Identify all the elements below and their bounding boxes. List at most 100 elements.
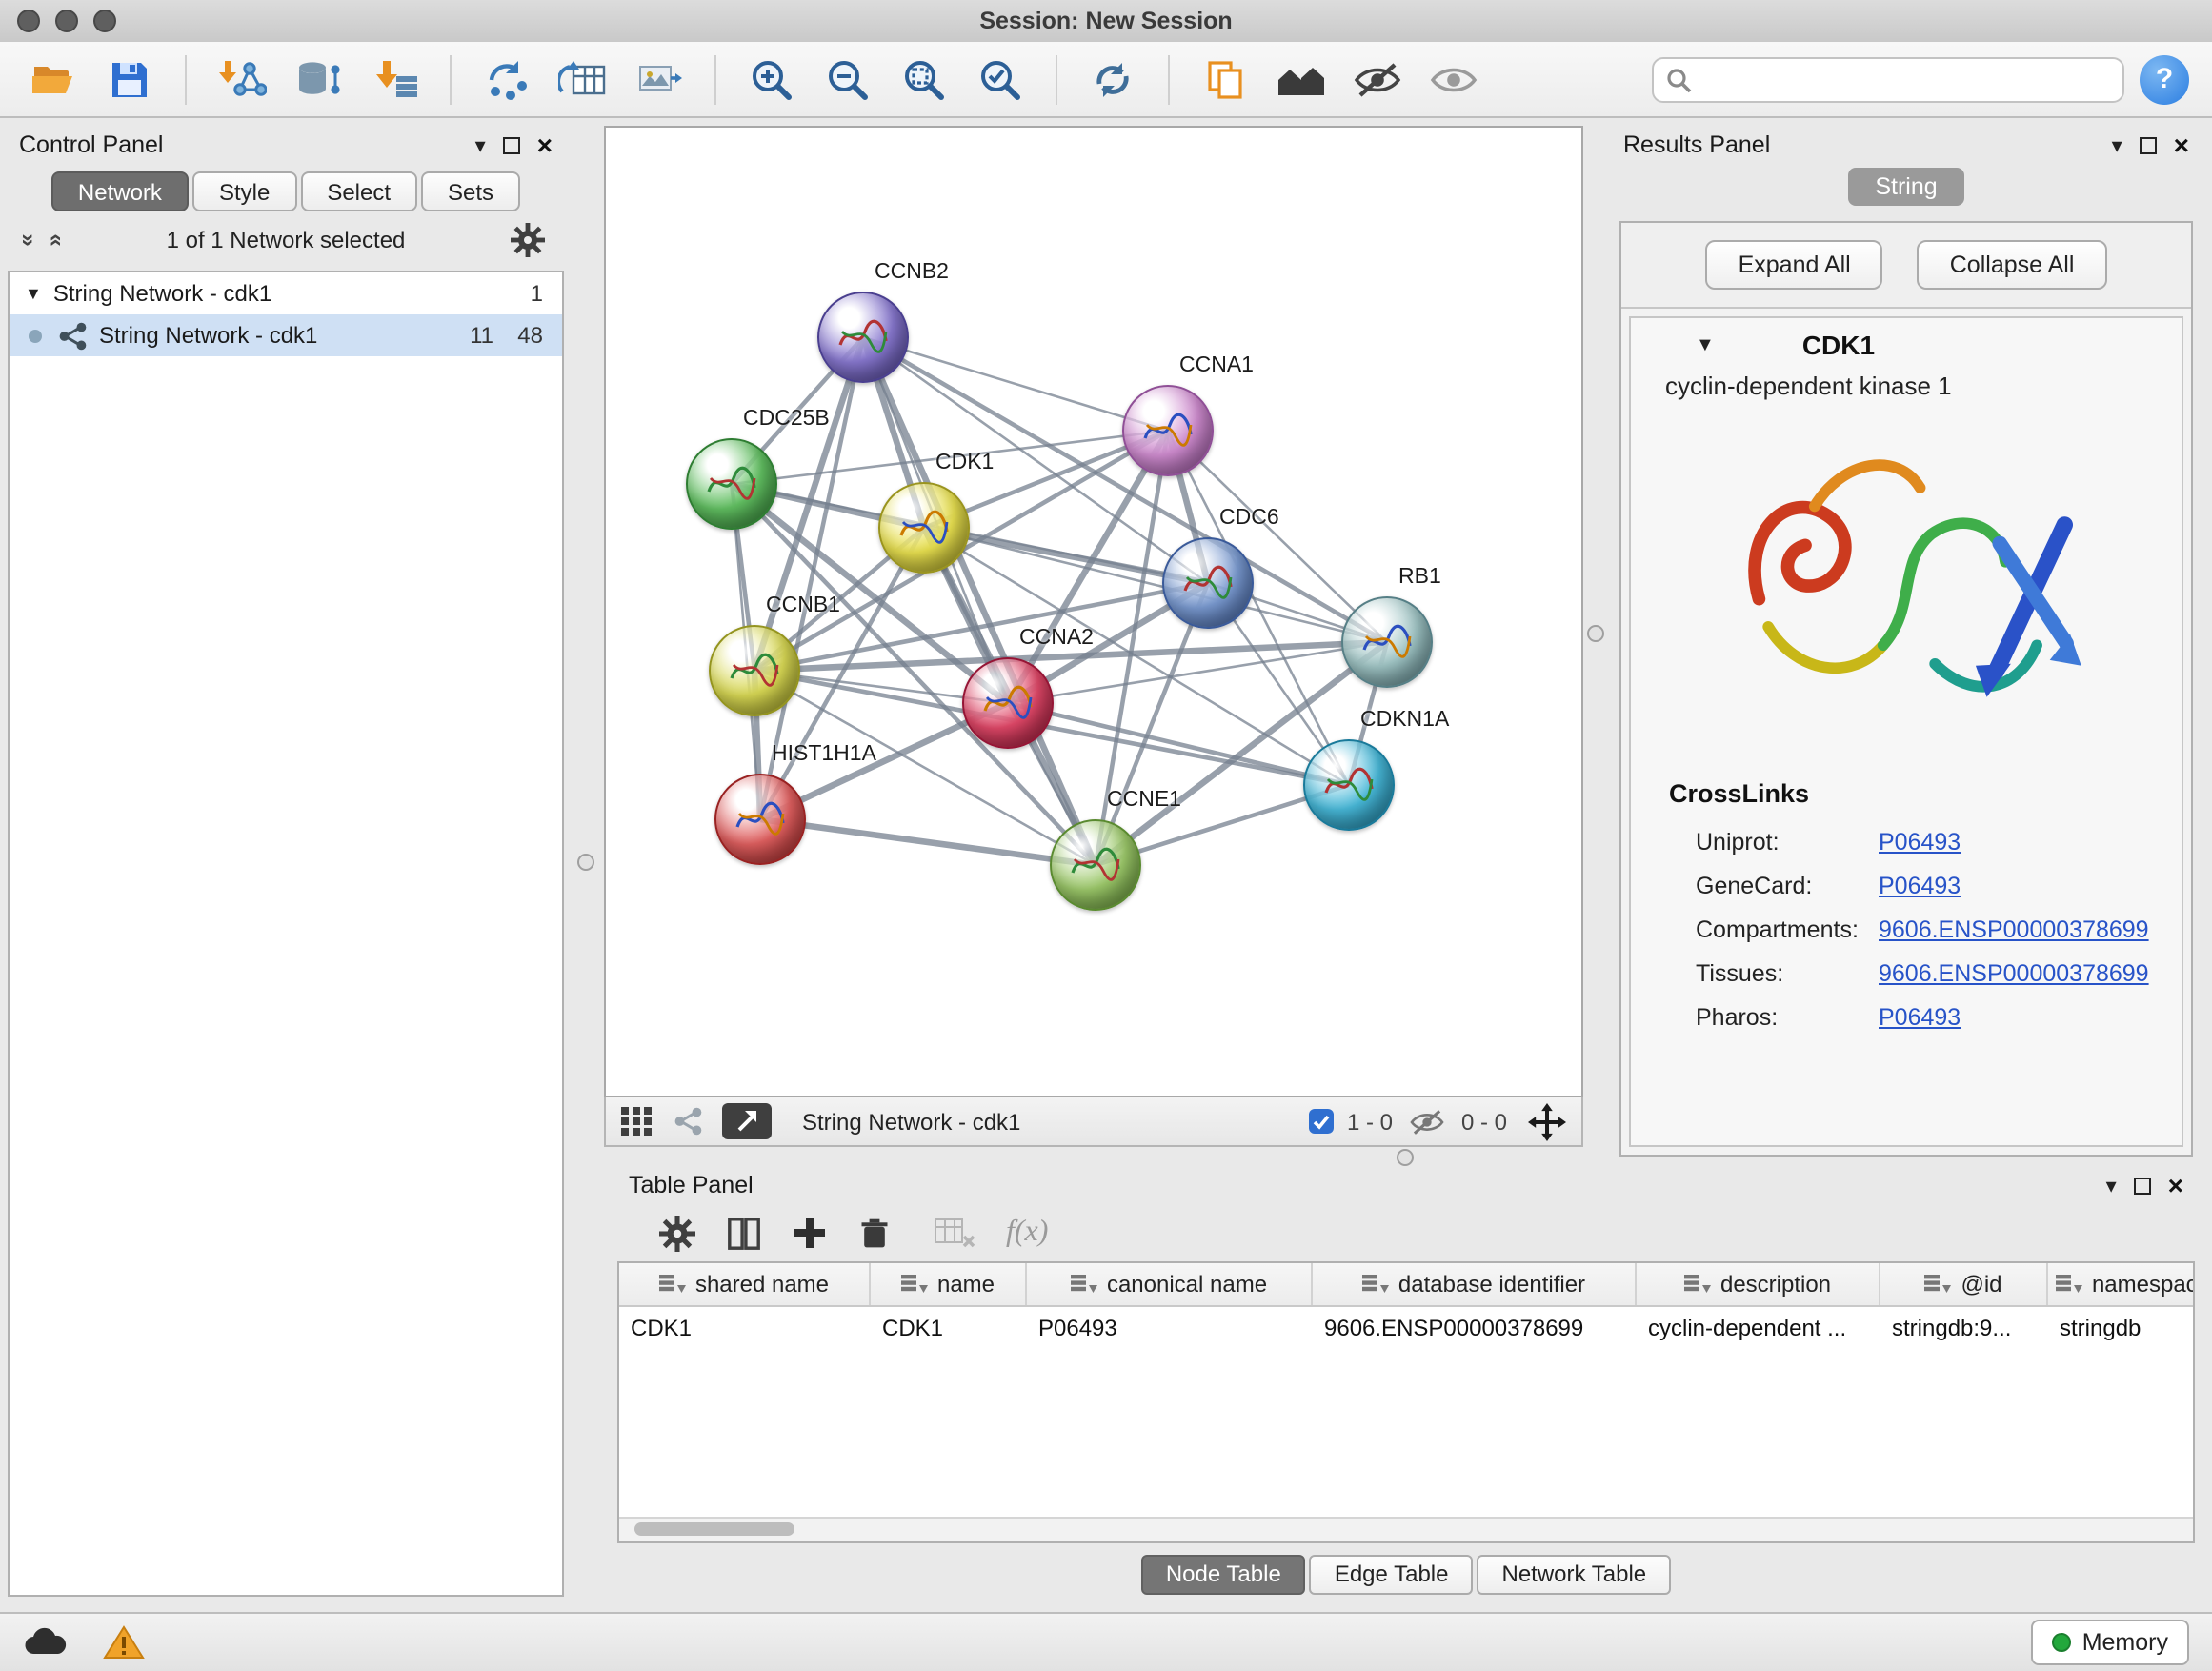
panel-menu-icon[interactable]: ▾ [2106,1173,2117,1198]
delete-column-button[interactable] [857,1215,892,1251]
network-edge[interactable] [760,819,1096,865]
left-splitter-handle[interactable] [577,854,594,871]
delete-table-button[interactable] [934,1216,975,1250]
network-row[interactable]: String Network - cdk1 11 48 [10,314,562,356]
network-node-HIST1H1A[interactable] [714,774,806,865]
cloud-status-button[interactable] [23,1627,69,1658]
zoom-out-button[interactable] [817,50,878,108]
hide-details-button[interactable] [1347,50,1408,108]
network-canvas[interactable]: CCNB2CCNA1CDC25BCDK1CDC6RB1CCNB1CCNA2CDK… [604,126,1583,1097]
table-cell[interactable]: stringdb:9... [1880,1307,2048,1347]
table-cell[interactable]: stringdb [2048,1307,2195,1347]
column-header-canonical-name[interactable]: canonical name [1027,1263,1313,1305]
table-cell[interactable]: CDK1 [619,1307,871,1347]
network-node-CDC25B[interactable] [686,438,777,530]
new-network-button[interactable] [476,50,537,108]
tab-style[interactable]: Style [192,171,296,211]
network-node-CDKN1A[interactable] [1303,739,1395,831]
network-edge[interactable] [863,337,1168,431]
table-cell[interactable]: CDK1 [871,1307,1027,1347]
window-close-button[interactable] [17,10,40,32]
function-builder-button[interactable]: f(x) [1006,1216,1048,1250]
expand-all-icon[interactable]: » [40,233,67,246]
network-node-RB1[interactable] [1341,596,1433,688]
window-minimize-button[interactable] [55,10,78,32]
fit-content-button[interactable] [1528,1102,1566,1140]
section-collapse-icon[interactable]: ▼ [1696,334,1715,355]
open-session-button[interactable] [23,50,84,108]
show-details-button[interactable] [1423,50,1484,108]
column-header-database-identifier[interactable]: database identifier [1313,1263,1637,1305]
crosslink-link-uniprot[interactable]: P06493 [1879,828,1961,855]
panel-close-icon[interactable]: × [2168,1176,2183,1195]
save-session-button[interactable] [99,50,160,108]
export-image-button[interactable] [629,50,690,108]
tab-node-table[interactable]: Node Table [1141,1554,1306,1594]
network-view-mode-button[interactable] [673,1105,703,1137]
apply-layout-button[interactable] [1082,50,1143,108]
horizontal-splitter-handle[interactable] [1397,1149,1414,1166]
panel-menu-icon[interactable]: ▾ [2112,132,2122,157]
column-header-namespace[interactable]: namespace [2048,1263,2195,1305]
table-cell[interactable]: 9606.ENSP00000378699 [1313,1307,1637,1347]
network-edge[interactable] [1008,703,1349,785]
network-node-CCNB1[interactable] [709,625,800,716]
panel-float-icon[interactable] [2134,1177,2151,1194]
network-node-CCNA1[interactable] [1122,385,1214,476]
birds-eye-toggle-button[interactable] [722,1103,772,1139]
import-network-button[interactable] [211,50,272,108]
crosslink-link-tissues[interactable]: 9606.ENSP00000378699 [1879,959,2149,986]
tab-network-table[interactable]: Network Table [1478,1554,1672,1594]
import-table-button[interactable] [364,50,425,108]
crosslink-link-genecard[interactable]: P06493 [1879,872,1961,898]
tree-expander-icon[interactable]: ▼ [25,284,42,303]
help-button[interactable]: ? [2140,54,2189,104]
zoom-in-button[interactable] [741,50,802,108]
scrollbar-thumb[interactable] [634,1522,794,1536]
network-node-CDC6[interactable] [1162,537,1254,629]
zoom-selected-button[interactable] [970,50,1031,108]
tab-select[interactable]: Select [300,171,417,211]
selected-checkbox-icon[interactable] [1309,1109,1334,1134]
expand-all-button[interactable]: Expand All [1706,240,1883,290]
network-node-CDK1[interactable] [878,482,970,574]
copy-document-button[interactable] [1195,50,1256,108]
network-node-CCNA2[interactable] [962,657,1054,749]
column-header-description[interactable]: description [1637,1263,1880,1305]
network-edge[interactable] [863,337,1096,865]
gene-section-header[interactable]: ▼ CDK1 [1631,318,2182,372]
string-home-button[interactable] [1271,50,1332,108]
panel-float-icon[interactable] [2140,136,2157,153]
table-cell[interactable]: P06493 [1027,1307,1313,1347]
create-column-button[interactable] [793,1216,827,1250]
column-header-@id[interactable]: @id [1880,1263,2048,1305]
network-table-export-button[interactable] [553,50,613,108]
network-options-button[interactable] [511,223,545,263]
table-horizontal-scrollbar[interactable] [619,1517,2193,1541]
memory-button[interactable]: Memory [2031,1620,2189,1665]
table-settings-button[interactable] [659,1215,695,1251]
crosslink-link-pharos[interactable]: P06493 [1879,1003,1961,1030]
search-input[interactable] [1701,64,2111,94]
tab-sets[interactable]: Sets [421,171,520,211]
panel-menu-icon[interactable]: ▾ [475,132,486,157]
column-header-name[interactable]: name [871,1263,1027,1305]
grid-view-button[interactable] [621,1107,654,1136]
right-splitter-handle[interactable] [1587,625,1604,642]
crosslink-link-compartments[interactable]: 9606.ENSP00000378699 [1879,916,2149,942]
column-header-shared-name[interactable]: shared name [619,1263,871,1305]
import-database-button[interactable] [288,50,349,108]
collapse-all-icon[interactable]: » [16,233,43,246]
panel-close-icon[interactable]: × [537,135,553,154]
tab-string[interactable]: String [1848,168,1963,206]
panel-float-icon[interactable] [503,136,520,153]
zoom-fit-button[interactable] [894,50,955,108]
collapse-all-button[interactable]: Collapse All [1918,240,2107,290]
select-columns-button[interactable] [726,1215,762,1251]
table-cell[interactable]: cyclin-dependent ... [1637,1307,1880,1347]
warnings-button[interactable] [103,1625,145,1660]
network-node-CCNB2[interactable] [817,292,909,383]
panel-close-icon[interactable]: × [2174,135,2189,154]
network-collection-row[interactable]: ▼ String Network - cdk1 1 [10,272,562,314]
table-row[interactable]: CDK1CDK1P064939606.ENSP00000378699cyclin… [619,1307,2193,1347]
